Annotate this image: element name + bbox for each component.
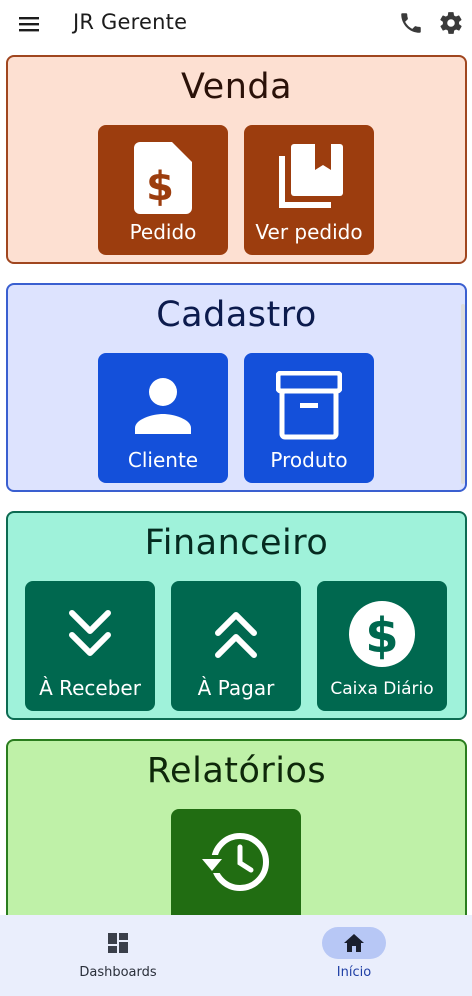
dashboard-icon [86,927,150,959]
section-title-financeiro: Financeiro [144,523,329,563]
double-chevron-down-icon [25,595,155,673]
bottom-navigation: Dashboards Início [0,915,472,996]
hamburger-menu-icon[interactable] [17,12,41,36]
scrollbar[interactable] [461,304,465,484]
double-chevron-up-icon [171,595,301,673]
nav-label-inicio: Início [336,965,372,980]
svg-text:$: $ [365,608,398,664]
app-title: JR Gerente [73,10,188,34]
person-icon [98,367,228,445]
section-title-venda: Venda [180,67,293,107]
section-relatorios: Relatórios [6,739,467,915]
tile-a-pagar[interactable]: À Pagar [171,581,301,711]
section-financeiro: Financeiro À Receber À Pagar $ Caixa Diá… [6,511,467,720]
tile-a-receber[interactable]: À Receber [25,581,155,711]
app-bar: JR Gerente [0,0,472,46]
section-title-relatorios: Relatórios [146,751,327,791]
section-title-cadastro: Cadastro [156,295,317,335]
tile-label: Caixa Diário [330,679,434,699]
phone-icon[interactable] [398,10,424,36]
tile-label: Pedido [129,220,197,244]
library-books-icon [244,139,374,217]
tile-pedido[interactable]: $ Pedido [98,125,228,255]
section-cadastro: Cadastro Cliente Produto [6,283,467,492]
tile-label: Produto [270,448,348,472]
tile-label: À Receber [39,676,141,700]
archive-box-icon [244,367,374,445]
svg-text:$: $ [146,164,174,210]
nav-label-dashboards: Dashboards [79,965,157,980]
tile-ver-pedido[interactable]: Ver pedido [244,125,374,255]
home-icon [322,927,386,959]
tile-produto[interactable]: Produto [244,353,374,483]
tile-label: À Pagar [197,676,275,700]
section-venda: Venda $ Pedido Ver pedido [6,55,467,264]
tile-caixa-diario[interactable]: $ Caixa Diário [317,581,447,711]
nav-inicio[interactable]: Início [236,915,472,996]
tile-label: Ver pedido [255,220,363,244]
dashboard-scroll-area[interactable]: Venda $ Pedido Ver pedido Cadastro Clien… [0,46,472,915]
invoice-dollar-icon: $ [98,139,228,217]
tile-cliente[interactable]: Cliente [98,353,228,483]
nav-dashboards[interactable]: Dashboards [0,915,236,996]
history-icon [171,823,301,901]
tile-historico[interactable] [171,809,301,915]
tile-label: Cliente [127,448,199,472]
gear-icon[interactable] [438,10,464,36]
dollar-circle-icon: $ [317,595,447,673]
